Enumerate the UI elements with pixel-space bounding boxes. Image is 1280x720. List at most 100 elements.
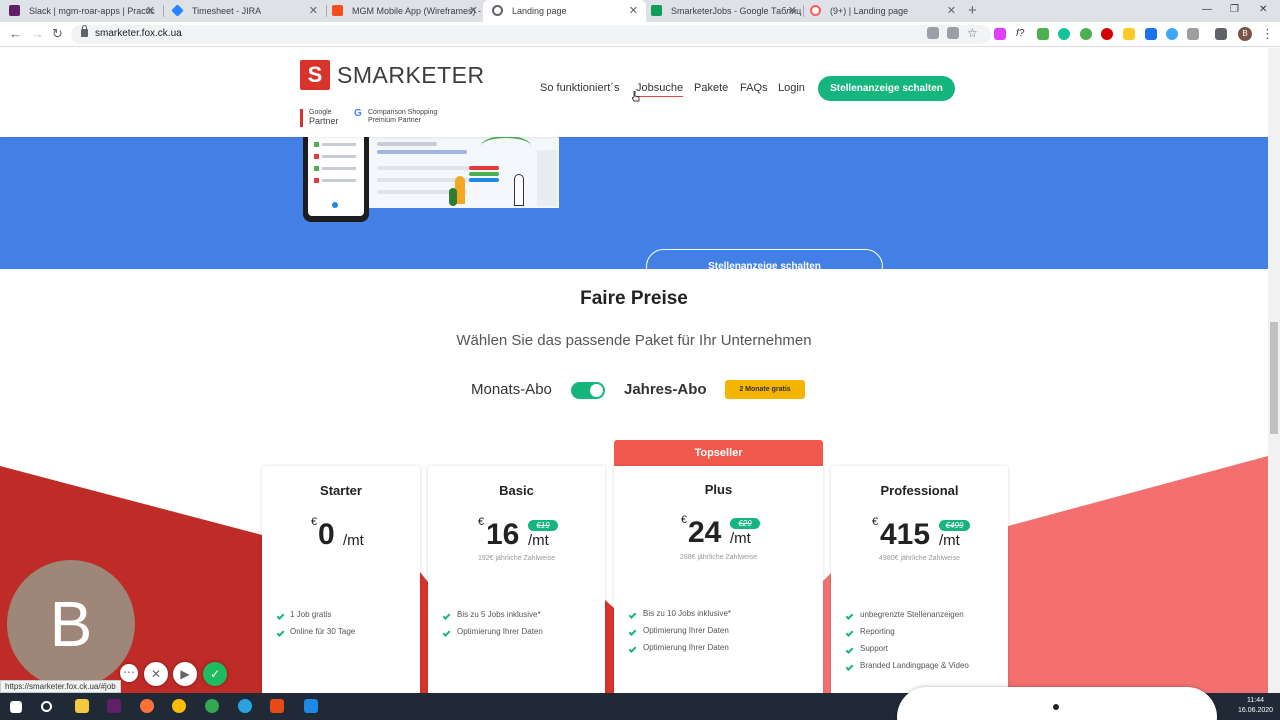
telegram-icon[interactable]	[238, 699, 252, 713]
page-scrollbar[interactable]	[1268, 48, 1280, 693]
tab-title: Timesheet - JIRA	[192, 6, 262, 16]
recording-widget[interactable]	[897, 687, 1217, 720]
free-months-badge: 2 Monate gratis	[725, 380, 805, 399]
taskbar-clock[interactable]: 11:44 16.06.2020	[1238, 696, 1273, 716]
close-icon[interactable]: ✕	[146, 0, 155, 22]
reading-list-icon[interactable]	[1215, 28, 1227, 40]
close-icon[interactable]: ✕	[788, 0, 797, 22]
close-icon[interactable]: ✕	[629, 0, 638, 22]
extension-icon[interactable]	[1187, 28, 1199, 40]
star-icon[interactable]: ☆	[967, 26, 978, 40]
sheets-icon	[651, 5, 662, 16]
url-text: smarketer.fox.ck.ua	[95, 28, 182, 39]
tab-landing-page-2[interactable]: (9+) | Landing page ✕	[801, 0, 964, 22]
hand-cursor-icon	[632, 91, 640, 102]
plan-price: € 0 /mt	[262, 514, 420, 554]
profile-avatar[interactable]: B	[1238, 27, 1252, 41]
plan-feature: Optimierung Ihrer Daten	[457, 627, 543, 636]
extension-icon[interactable]	[1145, 28, 1157, 40]
tab-landing-page[interactable]: Landing page ✕	[483, 0, 646, 22]
share-icon[interactable]	[947, 27, 959, 39]
hero-cta-button[interactable]: Stellenanzeige schalten	[646, 249, 883, 284]
plan-card-plus[interactable]: Plus € 24 €29 /mt 288€ jährliche Zahlwei…	[614, 466, 823, 693]
currency-symbol: €	[681, 514, 688, 526]
pricing-title: Faire Preise	[580, 288, 688, 309]
search-icon[interactable]	[41, 701, 52, 712]
nav-login[interactable]: Login	[778, 82, 805, 94]
globe-icon	[492, 5, 503, 16]
old-price-badge: €29	[730, 518, 760, 529]
plan-name: Professional	[880, 483, 959, 498]
nav-faqs[interactable]: FAQs	[740, 82, 768, 94]
plan-card-starter[interactable]: Starter € 0 /mt 1 Job gratis Online für …	[262, 466, 420, 693]
check-icon	[442, 629, 451, 637]
jira-icon	[171, 4, 184, 17]
adblock-icon[interactable]	[1101, 28, 1113, 40]
logo-mark[interactable]: S	[300, 60, 330, 90]
google-partner-badge: Google Partner	[300, 109, 339, 127]
lock-icon	[81, 25, 88, 37]
formula-icon[interactable]: f?	[1016, 28, 1028, 40]
cancel-recording-icon[interactable]: ✕	[144, 662, 168, 686]
plan-price-amount: 415	[880, 518, 931, 551]
new-tab-button[interactable]: +	[968, 0, 977, 22]
currency-symbol: €	[478, 516, 485, 528]
close-icon[interactable]: ✕	[947, 0, 956, 22]
plan-price: € 24 €29 /mt	[614, 512, 823, 552]
nav-pakete[interactable]: Pakete	[694, 82, 728, 94]
nav-so-funktionierts[interactable]: So funktioniert´s	[540, 82, 619, 94]
extension-icon[interactable]	[1123, 28, 1135, 40]
forward-icon[interactable]: →	[31, 26, 44, 42]
browser-toolbar: ← → ↻ smarketer.fox.ck.ua ☆ f? B ⋮	[0, 22, 1280, 47]
menu-icon[interactable]: ⋮	[1261, 26, 1274, 42]
back-icon[interactable]: ←	[9, 26, 22, 42]
toggle-yearly-label[interactable]: Jahres-Abo	[624, 381, 707, 398]
pause-play-icon[interactable]: ▶	[173, 662, 197, 686]
maximize-icon[interactable]: ❐	[1230, 0, 1239, 20]
grammarly-icon[interactable]	[1058, 28, 1070, 40]
close-window-icon[interactable]: ✕	[1259, 0, 1267, 20]
plan-feature: Online für 30 Tage	[290, 627, 356, 636]
minimize-icon[interactable]: —	[1202, 0, 1212, 20]
chrome-active-icon[interactable]	[205, 699, 219, 713]
drag-handle-icon[interactable]	[1053, 704, 1059, 710]
extension-icon[interactable]	[1080, 28, 1092, 40]
plan-price-unit: /mt	[528, 532, 549, 549]
tab-title: (9+) | Landing page	[830, 6, 909, 16]
close-icon[interactable]: ✕	[469, 0, 478, 22]
file-explorer-icon[interactable]	[75, 699, 89, 713]
firefox-icon[interactable]	[140, 699, 154, 713]
finish-recording-icon[interactable]: ✓	[203, 662, 227, 686]
app-icon[interactable]	[270, 699, 284, 713]
scrollbar-thumb[interactable]	[1270, 322, 1278, 434]
close-icon[interactable]: ✕	[309, 0, 318, 22]
billing-toggle[interactable]	[571, 382, 605, 399]
currency-symbol: €	[311, 516, 318, 528]
edge-icon[interactable]	[304, 699, 318, 713]
address-bar[interactable]: smarketer.fox.ck.ua ☆	[71, 25, 991, 44]
translate-icon[interactable]	[927, 27, 939, 39]
chrome-icon[interactable]	[172, 699, 186, 713]
old-price-badge: €19	[528, 520, 558, 531]
header-cta-button[interactable]: Stellenanzeige schalten	[818, 76, 955, 101]
extension-icon[interactable]	[1166, 28, 1178, 40]
tab-jira[interactable]: Timesheet - JIRA ✕	[163, 0, 326, 22]
windows-start-icon[interactable]	[10, 701, 22, 713]
nav-jobsuche[interactable]: Jobsuche	[636, 82, 684, 97]
extension-icon[interactable]	[1037, 28, 1049, 40]
plan-feature: unbegrenzte Stellenanzeigen	[860, 610, 964, 619]
notification-icon	[810, 5, 821, 16]
more-icon[interactable]: ⋯	[120, 664, 138, 682]
slack-icon[interactable]	[107, 699, 121, 713]
tab-slack[interactable]: Slack | mgm-roar-apps | Practic ✕	[0, 0, 163, 22]
tab-figma[interactable]: MGM Mobile App (Wireframes) - ✕	[323, 0, 486, 22]
topseller-banner: Topseller	[614, 440, 823, 466]
plan-price-unit: /mt	[730, 530, 751, 547]
logo-text[interactable]: SMARKETER	[337, 62, 485, 89]
reload-icon[interactable]: ↻	[52, 26, 63, 42]
plan-card-professional[interactable]: Professional € 415 €499 /mt 4980€ jährli…	[831, 466, 1008, 693]
toggle-monthly-label[interactable]: Monats-Abo	[471, 381, 552, 398]
plan-card-basic[interactable]: Basic € 16 €19 /mt 192€ jährliche Zahlwe…	[428, 466, 605, 693]
extension-icon[interactable]	[994, 28, 1006, 40]
tab-sheets[interactable]: SmarketerJobs - Google Таблиц ✕	[642, 0, 805, 22]
